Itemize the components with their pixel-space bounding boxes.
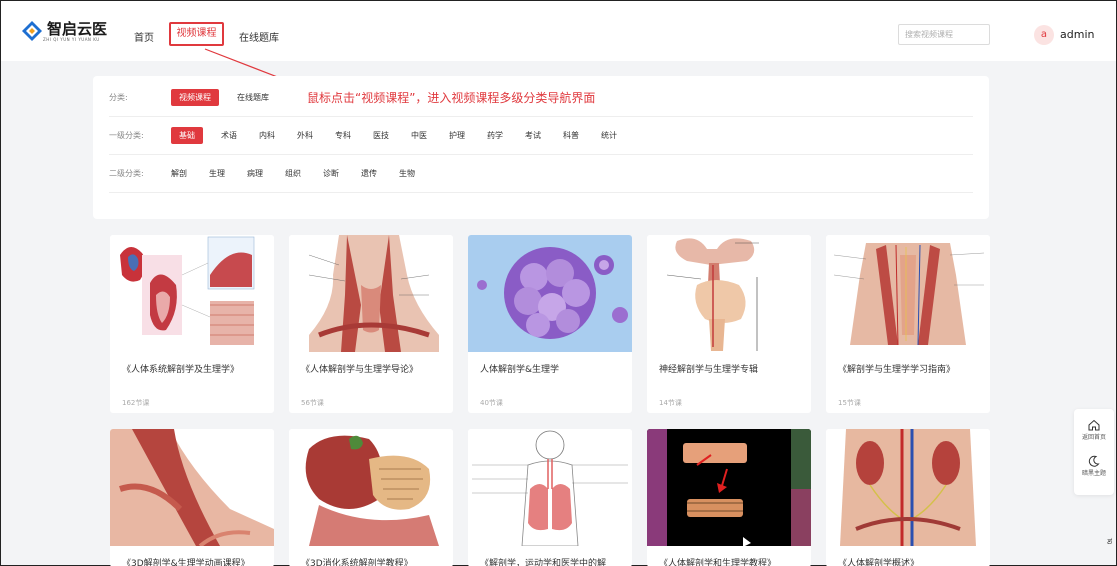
filter-option[interactable]: 科普 [563, 130, 579, 141]
course-thumbnail [468, 429, 632, 547]
course-title: 《解剖学与生理学学习指南》 [838, 365, 956, 375]
course-card[interactable]: 《人体系统解剖学及生理学》 162节课 [110, 235, 274, 413]
filter-label: 分类: [109, 93, 128, 102]
back-home-label: 返回首页 [1081, 434, 1106, 441]
course-card[interactable]: 《3D解剖学&生理学动画课程》 [110, 429, 274, 566]
course-card[interactable]: 神经解剖学与生理学专辑 14节课 [647, 235, 811, 413]
filter-option[interactable]: 中医 [411, 130, 427, 141]
course-title: 《解剖学，运动学和医学中的解 [480, 559, 607, 566]
course-card[interactable]: 《人体解剖学概述》 [826, 429, 990, 566]
course-thumbnail [647, 235, 811, 352]
filter-option[interactable]: 病理 [247, 168, 263, 179]
nav-home[interactable]: 首页 [134, 29, 154, 44]
filter-option[interactable]: 生理 [209, 168, 225, 179]
filter-option[interactable]: 组织 [285, 168, 301, 179]
filter-option[interactable]: 生物 [399, 168, 415, 179]
edge-icon: ಶ [1107, 536, 1113, 547]
back-home-button[interactable]: 返回首页 [1074, 419, 1114, 441]
dark-theme-button[interactable]: 暗黑主题 [1074, 455, 1114, 477]
filter-option[interactable]: 药学 [487, 130, 503, 141]
search-input[interactable]: 搜索视频课程 [898, 24, 990, 45]
username[interactable]: admin [1060, 28, 1094, 41]
nav-question-bank[interactable]: 在线题库 [239, 29, 279, 44]
course-thumbnail [110, 429, 274, 548]
course-title: 《人体解剖学和生理学教程》 [659, 559, 777, 566]
filter-option[interactable]: 考试 [525, 130, 541, 141]
annotation-text: 鼠标点击“视频课程”，进入视频课程多级分类导航界面 [307, 91, 596, 105]
course-thumbnail [289, 235, 453, 352]
filter-option[interactable]: 在线题库 [237, 92, 269, 103]
course-title: 《3D消化系统解剖学教程》 [301, 559, 413, 566]
filter-option[interactable]: 解剖 [171, 168, 187, 179]
filter-option[interactable]: 外科 [297, 130, 313, 141]
course-card[interactable]: 《解剖学与生理学学习指南》 15节课 [826, 235, 990, 413]
course-title: 《人体系统解剖学及生理学》 [122, 365, 240, 375]
side-float-panel: 返回首页 暗黑主题 [1074, 409, 1114, 495]
filter-option[interactable]: 内科 [259, 130, 275, 141]
filter-option[interactable]: 护理 [449, 130, 465, 141]
course-thumbnail [468, 235, 632, 352]
course-title: 人体解剖学&生理学 [480, 365, 560, 375]
course-title: 《人体解剖学概述》 [838, 559, 920, 566]
course-title: 神经解剖学与生理学专辑 [659, 365, 759, 375]
course-lessons: 56节课 [301, 399, 324, 407]
course-lessons: 40节课 [480, 399, 503, 407]
filter-option[interactable]: 遗传 [361, 168, 377, 179]
course-lessons: 14节课 [659, 399, 682, 407]
course-lessons: 162节课 [122, 399, 150, 407]
avatar[interactable]: a [1034, 25, 1054, 45]
course-card[interactable]: 《人体解剖学与生理学导论》 56节课 [289, 235, 453, 413]
top-navbar: 智启云医 ZHI QI YUN YI YUAN KU 首页 视频课程 在线题库 … [1, 1, 1116, 61]
filter-label: 一级分类: [109, 131, 144, 140]
filter-option[interactable]: 术语 [221, 130, 237, 141]
dark-theme-label: 暗黑主题 [1081, 470, 1106, 477]
logo-text: 智启云医 [47, 19, 108, 38]
course-title: 《人体解剖学与生理学导论》 [301, 365, 419, 375]
logo-icon [22, 21, 42, 41]
course-lessons: 15节课 [838, 399, 861, 407]
filter-row-level2: 二级分类: 解剖 生理 病理 组织 诊断 遗传 生物 [109, 155, 973, 193]
course-thumbnail [826, 429, 990, 546]
course-thumbnail [826, 235, 990, 352]
filter-option[interactable]: 视频课程 [171, 89, 219, 106]
filter-option[interactable]: 诊断 [323, 168, 339, 179]
moon-icon [1088, 455, 1100, 467]
course-card[interactable]: 《人体解剖学和生理学教程》 [647, 429, 811, 566]
home-icon [1088, 419, 1100, 431]
course-card[interactable]: 《3D消化系统解剖学教程》 [289, 429, 453, 566]
logo-subtitle: ZHI QI YUN YI YUAN KU [43, 36, 100, 42]
course-title: 《3D解剖学&生理学动画课程》 [122, 559, 250, 566]
filter-option[interactable]: 统计 [601, 130, 617, 141]
course-card[interactable]: 人体解剖学&生理学 40节课 [468, 235, 632, 413]
logo[interactable]: 智启云医 ZHI QI YUN YI YUAN KU [21, 20, 107, 42]
filter-row-level1: 一级分类: 基础 术语 内科 外科 专科 医技 中医 护理 药学 考试 科普 统… [109, 117, 973, 155]
course-card[interactable]: 《解剖学，运动学和医学中的解 [468, 429, 632, 566]
filter-option[interactable]: 医技 [373, 130, 389, 141]
course-thumbnail [110, 235, 274, 352]
nav-video-courses[interactable]: 视频课程 [169, 22, 224, 46]
course-thumbnail [289, 429, 453, 546]
filter-option[interactable]: 专科 [335, 130, 351, 141]
course-thumbnail [647, 429, 811, 547]
filter-label: 二级分类: [109, 169, 144, 178]
filter-option[interactable]: 基础 [171, 127, 203, 144]
